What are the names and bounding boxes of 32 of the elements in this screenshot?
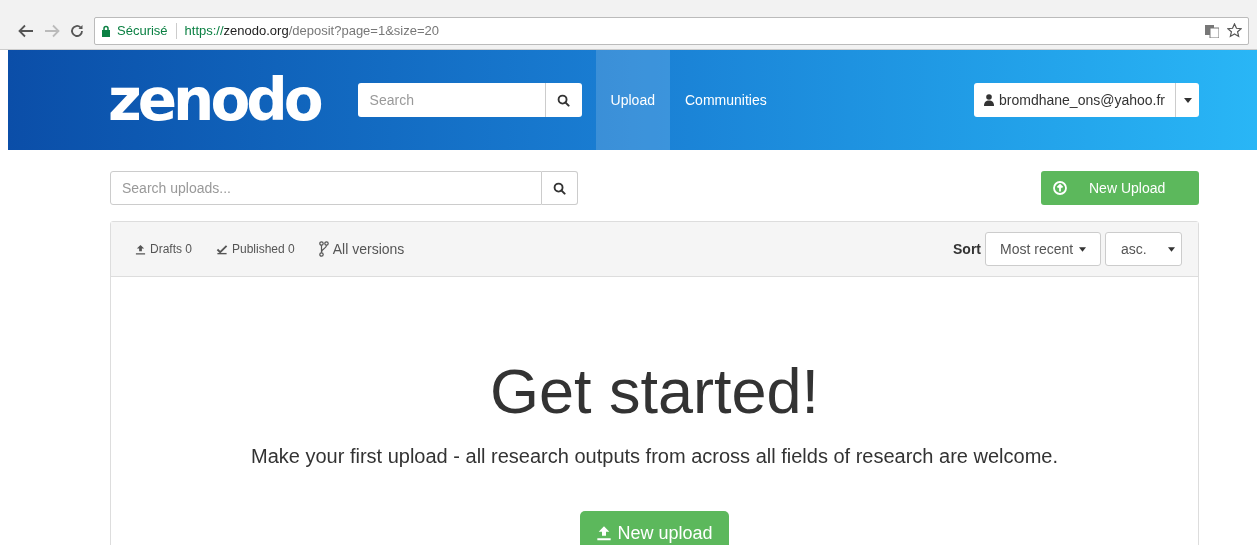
star-icon[interactable] bbox=[1227, 23, 1242, 38]
sort-label: Sort bbox=[953, 239, 981, 259]
sort-field-select[interactable]: Most recent bbox=[985, 232, 1101, 266]
search-field[interactable]: Search bbox=[357, 83, 545, 117]
security-label: Sécurisé bbox=[117, 21, 168, 40]
check-icon bbox=[216, 243, 228, 255]
reload-icon[interactable] bbox=[70, 23, 84, 38]
sort-order-select[interactable]: asc. bbox=[1105, 232, 1182, 266]
empty-title: Get started! bbox=[489, 360, 820, 423]
back-icon[interactable] bbox=[18, 23, 34, 38]
filter-link[interactable]: Drafts 0 bbox=[135, 240, 192, 258]
url-text: https://zenodo.org/deposit?page=1&size=20 bbox=[184, 21, 440, 40]
lock-icon bbox=[101, 24, 111, 37]
user-icon bbox=[984, 94, 994, 106]
branch-icon bbox=[318, 241, 329, 257]
upload-circle-icon bbox=[1053, 181, 1067, 195]
caret-icon bbox=[1168, 246, 1175, 252]
search-icon bbox=[553, 181, 566, 195]
uploads-search-field[interactable]: Search uploads... bbox=[110, 171, 542, 205]
caret-icon bbox=[1079, 246, 1086, 252]
caret-icon bbox=[1183, 97, 1192, 103]
logo[interactable]: zenodo bbox=[108, 71, 320, 129]
nav-link[interactable]: Communities bbox=[670, 50, 782, 150]
upload-icon bbox=[596, 525, 613, 541]
filter-link[interactable]: All versions bbox=[318, 238, 405, 260]
address-bar[interactable]: Sécurisé https://zenodo.org/deposit?page=1&size=20 bbox=[94, 16, 1249, 45]
search-button[interactable] bbox=[544, 83, 582, 117]
empty-message: Make your first upload - all research outputs from across all fields of research are welcome. bbox=[251, 444, 1058, 469]
filter-link[interactable]: Published 0 bbox=[216, 240, 295, 258]
search-icon bbox=[557, 93, 571, 107]
upload-icon bbox=[135, 243, 146, 255]
search-button[interactable] bbox=[542, 171, 578, 205]
